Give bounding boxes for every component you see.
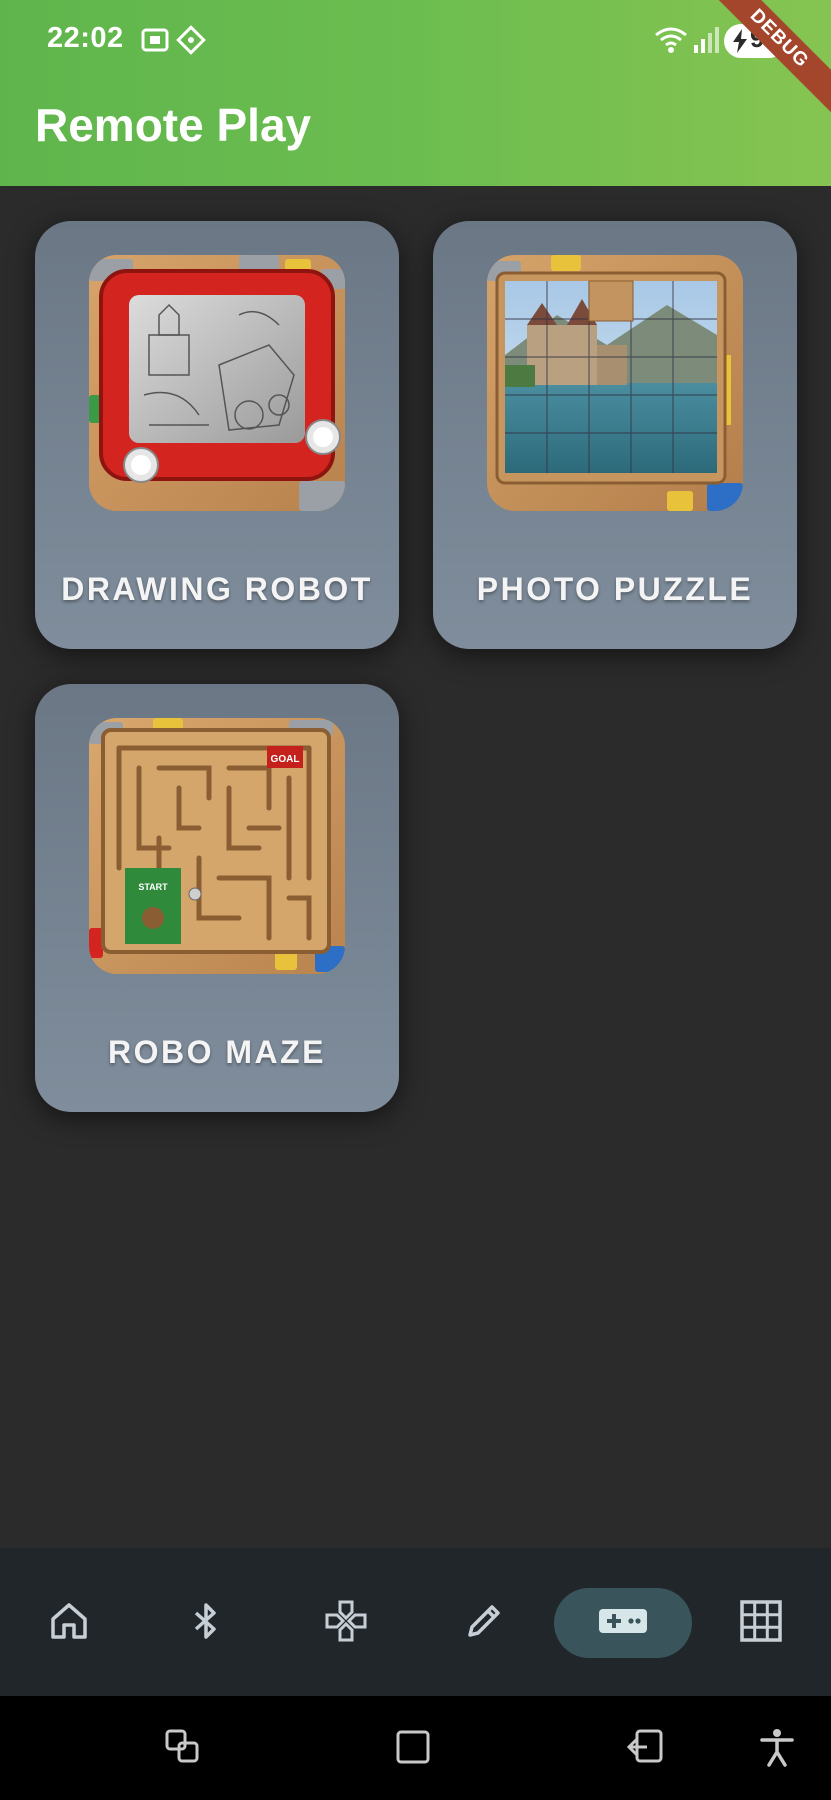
back-icon (625, 1727, 665, 1772)
signal-icon (692, 25, 720, 60)
status-bar: 22:02 (0, 0, 831, 80)
game-card-label: ROBO MAZE (107, 1034, 327, 1070)
game-card-photo-puzzle[interactable]: PHOTO PUZZLE (433, 221, 797, 649)
accessibility-button[interactable] (750, 1722, 804, 1776)
dpad-icon (323, 1598, 369, 1649)
accessibility-icon (759, 1727, 795, 1772)
maze-goal-label: GOAL (271, 754, 300, 765)
pencil-icon (462, 1599, 506, 1648)
page-title: Remote Play (35, 99, 312, 151)
game-card-label: DRAWING ROBOT (61, 571, 373, 607)
nav-games[interactable] (554, 1588, 692, 1658)
bottom-navigation (0, 1548, 831, 1696)
recent-apps-icon (163, 1727, 203, 1772)
home-button[interactable] (386, 1722, 440, 1776)
grid-icon (738, 1598, 784, 1649)
gamepad-icon (597, 1603, 649, 1644)
home-icon (47, 1599, 91, 1648)
system-navigation-bar (0, 1696, 831, 1800)
robo-maze-thumbnail: GOAL START (89, 718, 345, 974)
games-grid: DRAWING ROBOT PHOTO PUZZLE GOAL START RO… (0, 186, 831, 1548)
drawing-robot-thumbnail (89, 255, 345, 511)
nav-dpad[interactable] (311, 1588, 381, 1658)
cast-icon (176, 25, 206, 60)
bluetooth-icon (184, 1599, 228, 1648)
nav-draw[interactable] (449, 1588, 519, 1658)
screenshot-icon (140, 25, 170, 60)
nav-bluetooth[interactable] (171, 1588, 241, 1658)
nav-home[interactable] (34, 1588, 104, 1658)
app-bar: 22:02 Remote Play DEBUG (0, 0, 831, 186)
photo-puzzle-thumbnail (487, 255, 743, 511)
back-button[interactable] (618, 1722, 672, 1776)
maze-start-label: START (138, 882, 168, 892)
game-card-drawing-robot[interactable]: DRAWING ROBOT (35, 221, 399, 649)
game-card-robo-maze[interactable]: GOAL START ROBO MAZE (35, 684, 399, 1112)
game-card-label: PHOTO PUZZLE (476, 571, 754, 607)
recent-apps-button[interactable] (156, 1722, 210, 1776)
wifi-icon (654, 25, 688, 60)
home-square-icon (395, 1729, 431, 1770)
status-time: 22:02 (47, 22, 124, 54)
nav-grid[interactable] (726, 1588, 796, 1658)
